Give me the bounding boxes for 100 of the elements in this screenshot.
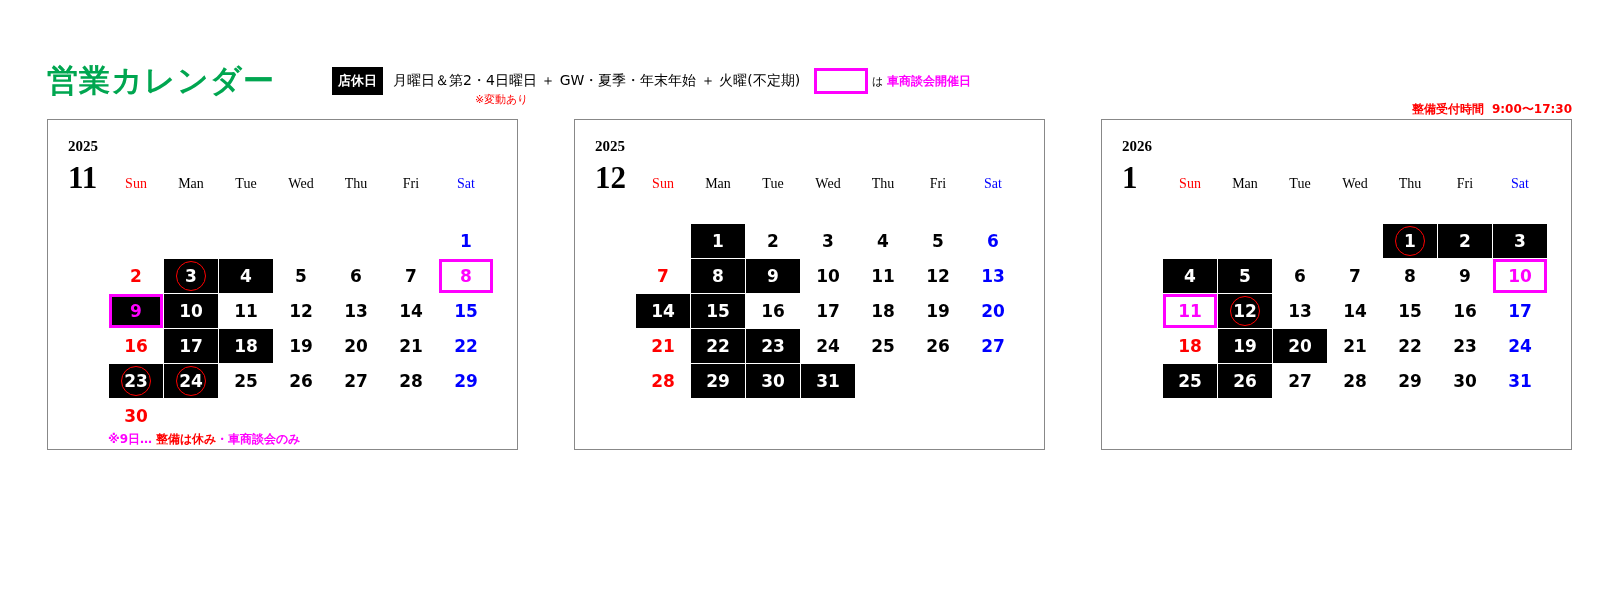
day-cell-text: 27: [343, 370, 369, 393]
day-cell: 1: [691, 224, 745, 258]
closed-day-badge: 店休日: [332, 67, 383, 95]
day-cell: 20: [1273, 329, 1327, 363]
day-cell-text: 24: [815, 335, 841, 358]
month-number: 1: [1122, 160, 1139, 196]
day-cell: 15: [691, 294, 745, 328]
weekday-label: Sun: [1178, 176, 1202, 193]
day-cell: 23: [109, 364, 163, 398]
day-cell-text: 20: [980, 300, 1006, 323]
weekday-label: Fri: [928, 176, 948, 193]
day-cell: 29: [691, 364, 745, 398]
day-cell-text: 6: [1293, 265, 1307, 288]
day-cell-text: 30: [1452, 370, 1478, 393]
day-cell-text: 17: [815, 300, 841, 323]
day-cell-text: 12: [288, 300, 314, 323]
day-cell-text: 27: [980, 335, 1006, 358]
weekday-label: Sun: [651, 176, 675, 193]
day-cell: 18: [219, 329, 273, 363]
day-cell-text: 5: [294, 265, 308, 288]
weekday-label: Man: [1231, 176, 1259, 193]
day-cell: 2: [1438, 224, 1492, 258]
day-cell-text: 6: [349, 265, 363, 288]
day-cell: 5: [1218, 259, 1272, 293]
day-cell: 17: [164, 329, 218, 363]
weekday-label: Wed: [814, 176, 842, 193]
day-cell-text: 8: [1403, 265, 1417, 288]
footnote: ※9日… 整備は休み・車商談会のみ: [108, 431, 301, 448]
day-cell-text: 20: [343, 335, 369, 358]
service-hours: 整備受付時間 9:00〜17:30: [1411, 102, 1572, 116]
day-cell-text: 2: [766, 230, 780, 253]
day-cell: 23: [746, 329, 800, 363]
day-cell-text: 11: [870, 265, 896, 288]
day-cell-text: 25: [870, 335, 896, 358]
day-cell-text: 22: [1397, 335, 1423, 358]
day-cell-text: 28: [650, 370, 676, 393]
day-cell-text: 26: [288, 370, 314, 393]
month-number: 12: [595, 160, 627, 196]
weekday-label: Man: [177, 176, 205, 193]
day-cell: 12: [1218, 294, 1272, 328]
day-cell-text: 24: [1507, 335, 1533, 358]
day-cell-text: 6: [986, 230, 1000, 253]
calendar-title: 営業カレンダー: [47, 61, 276, 100]
day-cell-text: 29: [453, 370, 479, 393]
day-cell: 3: [1493, 224, 1547, 258]
day-cell-text: 5: [931, 230, 945, 253]
day-cell-text: 16: [760, 300, 786, 323]
day-cell-text: 21: [650, 335, 676, 358]
day-cell-text: 13: [343, 300, 369, 323]
weekday-label: Thu: [343, 176, 369, 193]
weekday-label: Wed: [287, 176, 315, 193]
day-cell: 8: [439, 259, 493, 293]
day-cell-text: 21: [1342, 335, 1368, 358]
day-cell-text: 16: [1452, 300, 1478, 323]
day-cell-text: 2: [129, 265, 143, 288]
weekday-label: Sat: [456, 176, 476, 193]
day-cell-text: 29: [1397, 370, 1423, 393]
day-cell-text: 28: [398, 370, 424, 393]
day-cell-text: 18: [1177, 335, 1203, 358]
weekday-label: Fri: [401, 176, 421, 193]
year-label: 2025: [68, 138, 98, 154]
day-cell-text: 27: [1287, 370, 1313, 393]
day-cell-text: 17: [1507, 300, 1533, 323]
day-cell-text: 10: [815, 265, 841, 288]
day-cell: 10: [164, 294, 218, 328]
day-cell-text: 19: [925, 300, 951, 323]
day-cell: 14: [636, 294, 690, 328]
month-number: 11: [68, 160, 99, 196]
day-cell: 26: [1218, 364, 1272, 398]
day-cell-text: 14: [1342, 300, 1368, 323]
day-cell: 4: [1163, 259, 1217, 293]
meeting-legend-swatch: [814, 68, 869, 94]
day-cell-text: 23: [1452, 335, 1478, 358]
day-cell-text: 3: [821, 230, 835, 253]
day-cell-text: 1: [459, 230, 473, 253]
day-cell: 22: [691, 329, 745, 363]
day-cell-text: 9: [1458, 265, 1472, 288]
day-cell-text: 7: [656, 265, 670, 288]
day-cell: 1: [1383, 224, 1437, 258]
day-cell: 31: [801, 364, 855, 398]
day-cell-text: 7: [404, 265, 418, 288]
day-cell: 30: [746, 364, 800, 398]
closed-day-text: 月曜日＆第2・4日曜日 ＋ GW・夏季・年末年始 ＋ 火曜(不定期): [393, 72, 801, 88]
day-cell: 25: [1163, 364, 1217, 398]
day-cell-text: 12: [925, 265, 951, 288]
weekday-label: Man: [704, 176, 732, 193]
weekday-label: Fri: [1455, 176, 1475, 193]
day-cell-text: 28: [1342, 370, 1368, 393]
day-cell-text: 7: [1348, 265, 1362, 288]
weekday-label: Tue: [1288, 176, 1312, 193]
meeting-day-label: 車商談会開催日: [887, 72, 972, 90]
day-cell: 3: [164, 259, 218, 293]
weekday-label: Sun: [124, 176, 148, 193]
day-cell-text: 30: [123, 405, 149, 428]
day-cell-text: 19: [288, 335, 314, 358]
weekday-label: Thu: [870, 176, 896, 193]
day-cell-text: 13: [980, 265, 1006, 288]
day-cell: 19: [1218, 329, 1272, 363]
weekday-label: Wed: [1341, 176, 1369, 193]
year-label: 2025: [595, 138, 625, 154]
